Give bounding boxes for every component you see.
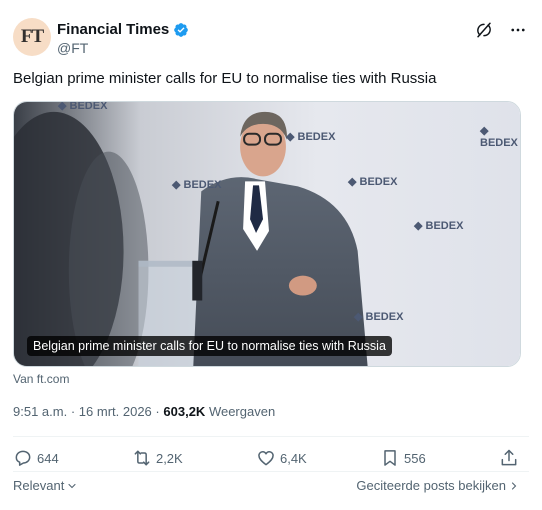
author-row: Financial Times: [57, 21, 189, 38]
avatar[interactable]: FT: [13, 18, 51, 56]
verified-badge-icon[interactable]: [173, 22, 189, 38]
backdrop-logo: ◆ BEDEX: [354, 311, 404, 323]
replies-footer: Relevant Geciteerde posts bekijken: [13, 478, 520, 493]
views-count: 603,2K: [163, 404, 206, 419]
repost-count: 2,2K: [155, 450, 183, 466]
tweet-text: Belgian prime minister calls for EU to n…: [13, 70, 437, 87]
repost-icon: [134, 450, 150, 466]
news-photo: [14, 102, 520, 366]
backdrop-logo: ◆ BEDEX: [480, 125, 518, 149]
views-label: Weergaven: [208, 404, 276, 419]
backdrop-logo: ◆ BEDEX: [286, 131, 336, 143]
action-bar: 644 2,2K 6,4K 556: [13, 448, 519, 468]
backdrop-logo: ◆ BEDEX: [172, 179, 222, 191]
bookmark-button[interactable]: 556: [380, 448, 426, 468]
share-button[interactable]: [499, 448, 519, 468]
media-card[interactable]: ◆ BEDEX ◆ BEDEX ◆ BEDEX ◆ BEDEX ◆ BEDEX …: [13, 101, 521, 367]
tweet-meta: 9:51 a.m. · 16 mrt. 2026 · 603,2K Weerga…: [13, 404, 275, 419]
chevron-down-icon: [68, 483, 76, 488]
tweet: FT Financial Times @FT Belgian prime min…: [0, 0, 542, 510]
like-icon: [258, 451, 274, 466]
reply-icon: [15, 450, 31, 466]
tweet-time[interactable]: 9:51 a.m.: [13, 404, 67, 419]
link-source[interactable]: Van ft.com: [13, 372, 69, 386]
like-count: 6,4K: [279, 450, 307, 466]
divider: [13, 471, 529, 472]
repost-button[interactable]: 2,2K: [132, 448, 183, 468]
bookmark-icon: [384, 450, 396, 466]
quotes-link-label: Geciteerde posts bekijken: [356, 478, 506, 493]
backdrop-logo: ◆ BEDEX: [348, 176, 398, 188]
meta-separator: ·: [155, 404, 160, 419]
quotes-link[interactable]: Geciteerde posts bekijken: [356, 478, 520, 493]
reply-count: 644: [37, 450, 59, 466]
like-button[interactable]: 6,4K: [256, 448, 307, 468]
backdrop-logo: ◆ BEDEX: [414, 220, 464, 232]
author-handle[interactable]: @FT: [57, 40, 88, 56]
reply-button[interactable]: 644: [13, 448, 59, 468]
grok-icon[interactable]: [474, 20, 494, 40]
meta-separator: ·: [70, 404, 76, 419]
sort-dropdown[interactable]: Relevant: [13, 478, 78, 493]
author-name[interactable]: Financial Times: [57, 21, 169, 38]
top-actions: [474, 20, 528, 40]
more-icon[interactable]: [508, 20, 528, 40]
backdrop-logo: ◆ BEDEX: [58, 101, 108, 112]
tweet-date[interactable]: 16 mrt. 2026: [79, 404, 152, 419]
bookmark-count: 556: [404, 450, 426, 466]
sort-label: Relevant: [13, 478, 65, 493]
media-caption: Belgian prime minister calls for EU to n…: [27, 336, 392, 356]
chevron-right-icon: [511, 481, 517, 490]
share-icon: [501, 449, 517, 466]
divider: [13, 436, 529, 437]
